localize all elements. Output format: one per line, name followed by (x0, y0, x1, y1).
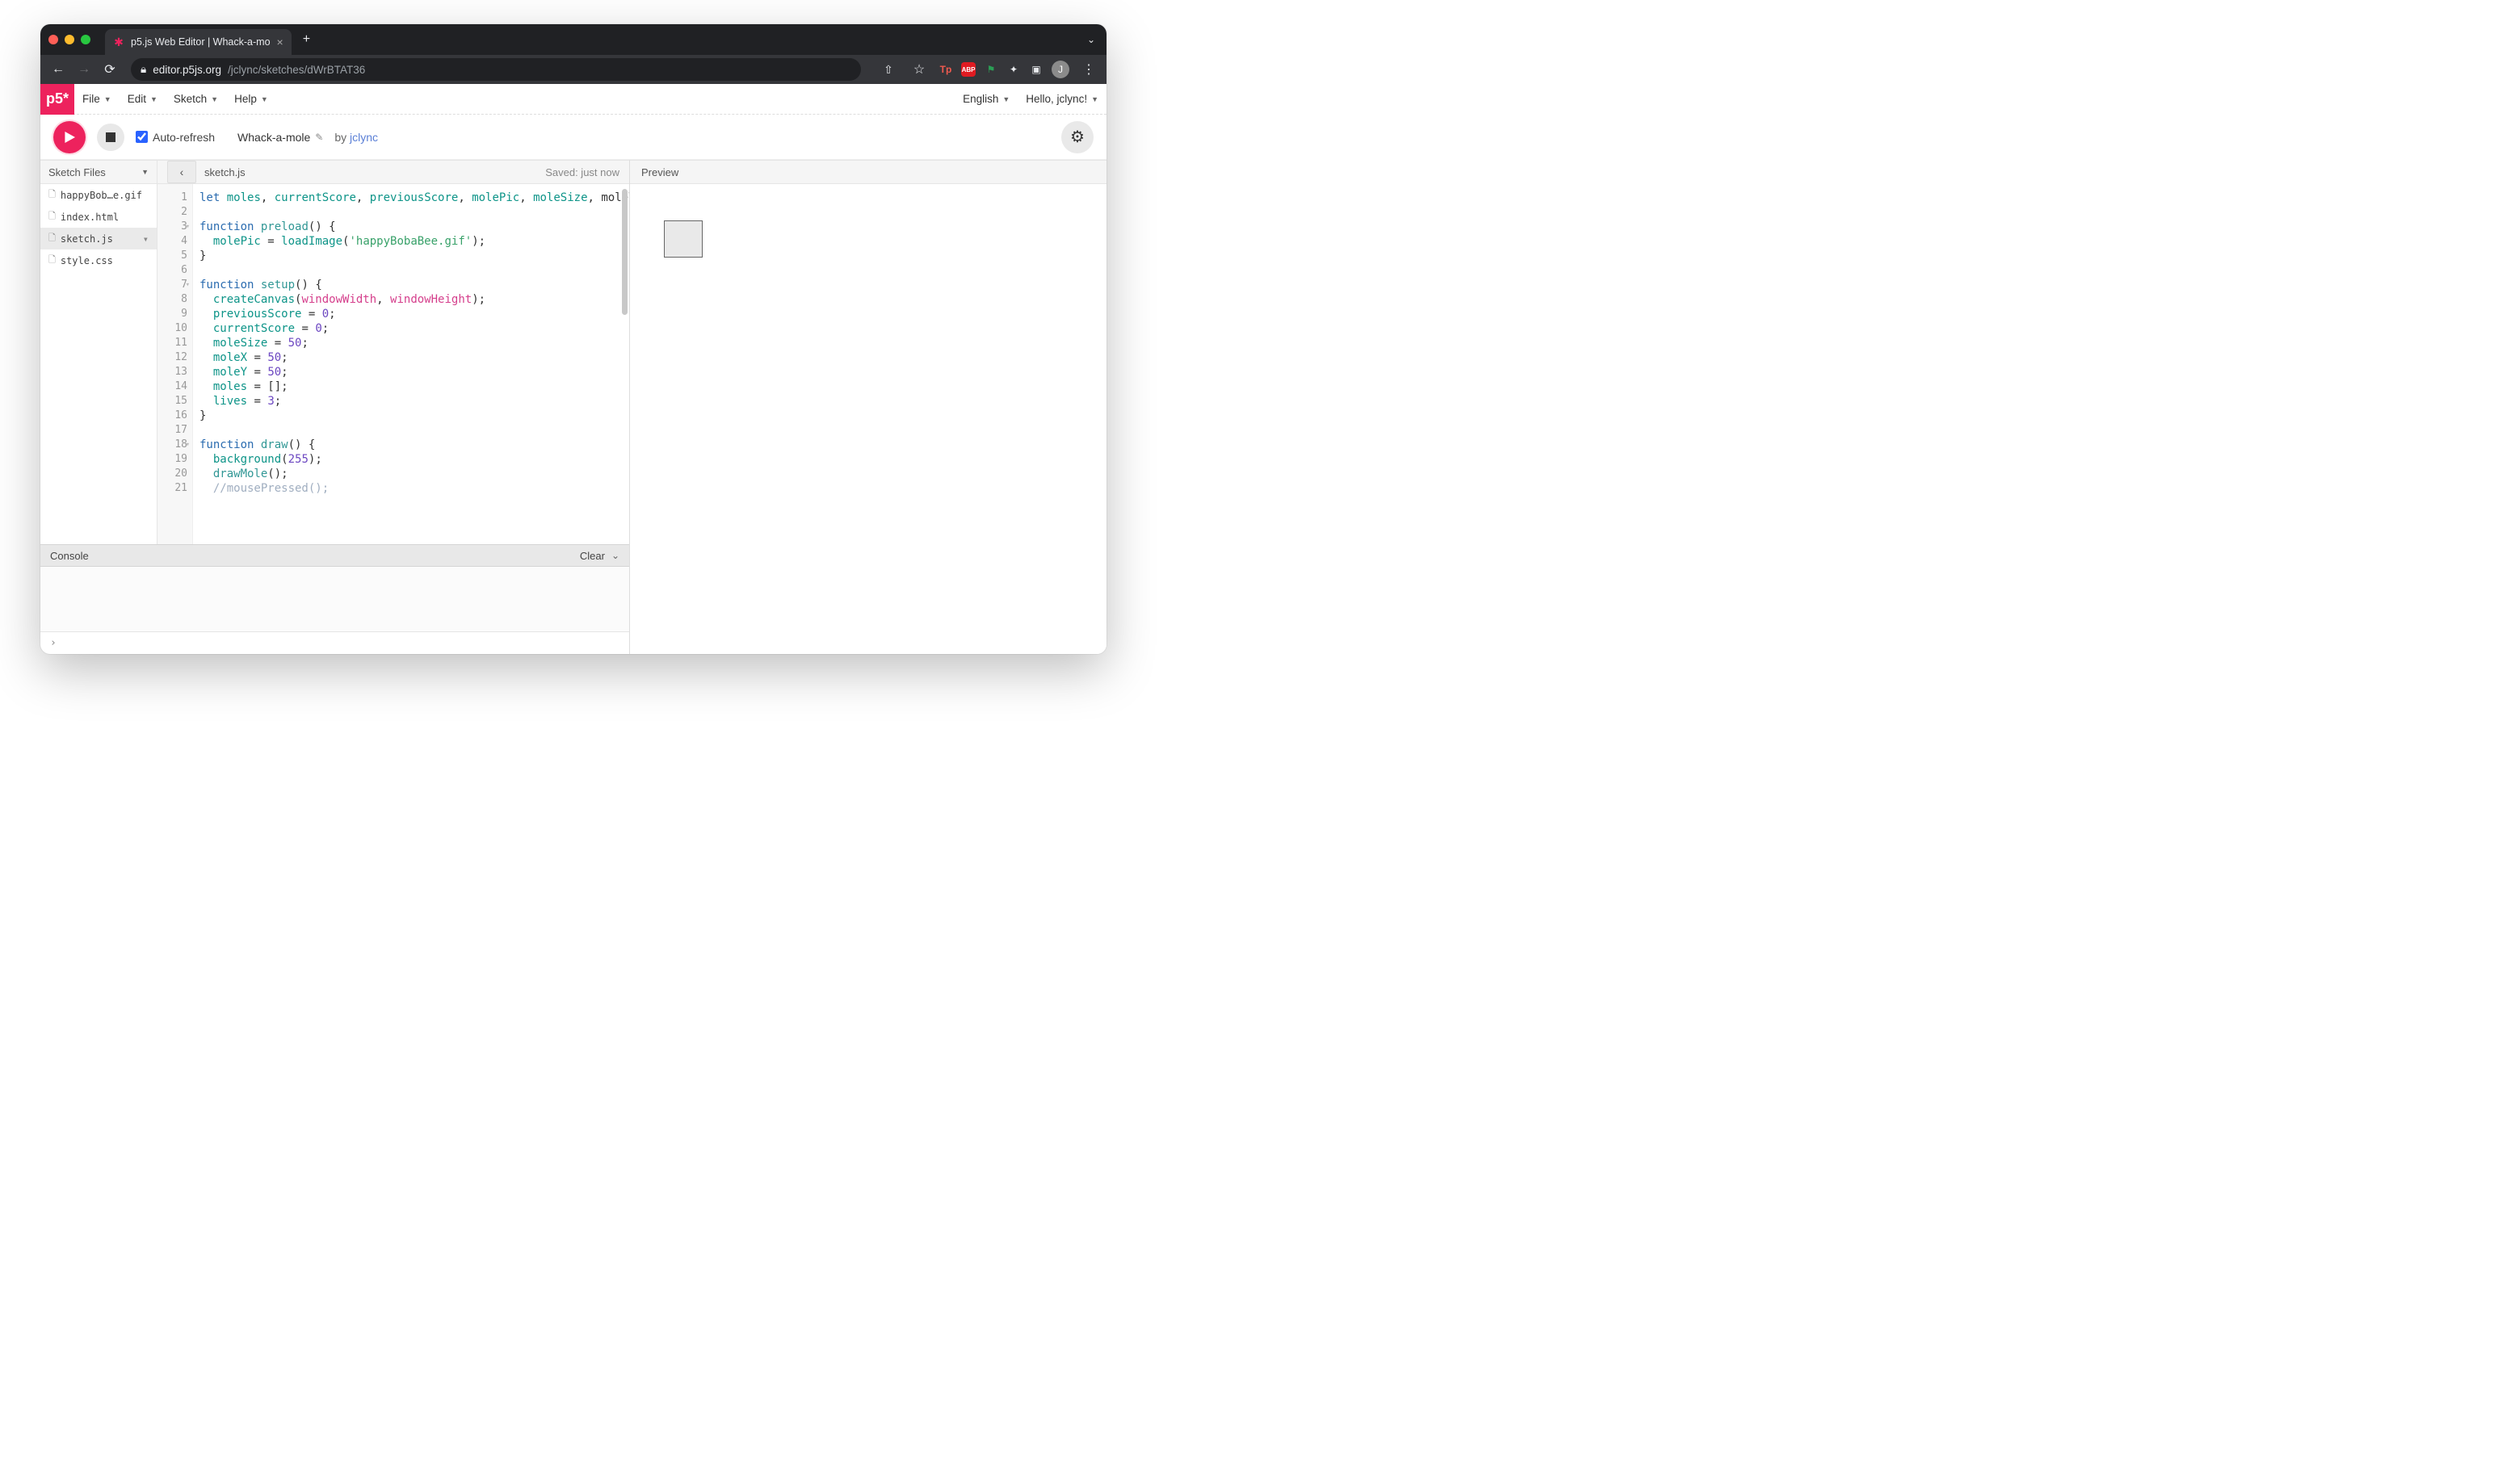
preview-column: Preview (630, 160, 1107, 654)
author-link[interactable]: jclync (350, 131, 378, 144)
editor-file-header: ‹ sketch.js Saved: just now (157, 160, 629, 184)
kebab-menu-icon[interactable]: ⋮ (1077, 58, 1100, 81)
window-minimize-icon[interactable] (65, 35, 74, 44)
p5-logo[interactable]: p5* (40, 84, 74, 115)
saved-status: Saved: just now (545, 166, 619, 178)
app-menu-bar: p5* File▼ Edit▼ Sketch▼ Help▼ English▼ H… (40, 84, 1107, 115)
menu-language[interactable]: English▼ (955, 93, 1018, 105)
extension-tp-icon[interactable]: Tp (939, 62, 953, 77)
extension-abp-icon[interactable]: ABP (961, 62, 976, 77)
caret-down-icon[interactable]: ▾ (143, 233, 149, 245)
caret-down-icon: ▼ (141, 168, 149, 176)
window-controls (48, 35, 90, 44)
file-icon: 🗋︎ (48, 253, 56, 268)
file-tree: 🗋︎happyBob…e.gif🗋︎index.html🗋︎sketch.js▾… (40, 184, 157, 544)
nav-forward-button[interactable]: → (73, 58, 95, 81)
browser-address-bar: ← → ⟳ 🔒︎ editor.p5js.org/jclync/sketches… (40, 55, 1107, 84)
preview-canvas[interactable] (630, 184, 1107, 654)
sketch-files-header[interactable]: Sketch Files ▼ (40, 160, 157, 184)
editor-column: Sketch Files ▼ ‹ sketch.js Saved: just n… (40, 160, 630, 654)
auto-refresh-label: Auto-refresh (153, 131, 215, 144)
menu-greeting[interactable]: Hello, jclync!▼ (1018, 93, 1107, 105)
url-field[interactable]: 🔒︎ editor.p5js.org/jclync/sketches/dWrBT… (131, 58, 861, 81)
browser-tab[interactable]: ✱ p5.js Web Editor | Whack-a-mo × (105, 29, 292, 55)
console-clear-button[interactable]: Clear ⌄ (580, 550, 619, 562)
caret-down-icon: ▼ (211, 95, 218, 103)
file-item[interactable]: 🗋︎index.html (40, 206, 157, 228)
caret-down-icon: ▼ (104, 95, 111, 103)
caret-down-icon: ▼ (150, 95, 157, 103)
profile-avatar[interactable]: J (1052, 61, 1069, 78)
menu-sketch[interactable]: Sketch▼ (166, 93, 226, 105)
code-editor[interactable]: 123▾4567▾89101112131415161718▾192021 let… (157, 184, 629, 544)
bookmark-icon[interactable]: ☆ (908, 58, 930, 81)
file-item[interactable]: 🗋︎sketch.js▾ (40, 228, 157, 249)
url-host: editor.p5js.org (153, 64, 221, 76)
sketch-author: by jclync (334, 131, 378, 144)
editor-scrollbar[interactable] (622, 189, 628, 315)
editor-header-row: Sketch Files ▼ ‹ sketch.js Saved: just n… (40, 160, 629, 184)
code-content[interactable]: let moles, currentScore, previousScore, … (193, 184, 629, 544)
auto-refresh-toggle[interactable]: Auto-refresh (136, 131, 215, 144)
file-icon: 🗋︎ (48, 209, 56, 224)
nav-reload-button[interactable]: ⟳ (99, 58, 121, 81)
extension-flag-icon[interactable]: ⚑ (984, 62, 998, 77)
stop-icon (106, 132, 115, 142)
auto-refresh-checkbox[interactable] (136, 131, 148, 143)
preview-header: Preview (630, 160, 1107, 184)
url-path: /jclync/sketches/dWrBTAT36 (228, 64, 365, 76)
extensions-puzzle-icon[interactable]: ✦ (1006, 62, 1021, 77)
file-item[interactable]: 🗋︎style.css (40, 249, 157, 271)
chevron-down-icon: ⌄ (611, 550, 619, 561)
menu-file[interactable]: File▼ (74, 93, 120, 105)
file-item[interactable]: 🗋︎happyBob…e.gif (40, 184, 157, 206)
sketch-toolbar: Auto-refresh Whack-a-mole ✎ by jclync ⚙ (40, 115, 1107, 160)
browser-tab-bar: ✱ p5.js Web Editor | Whack-a-mo × + ⌄ (40, 24, 1107, 55)
file-icon: 🗋︎ (48, 231, 56, 246)
caret-down-icon: ▼ (1091, 95, 1098, 103)
tab-title: p5.js Web Editor | Whack-a-mo (131, 36, 271, 48)
editor-body-row: 🗋︎happyBob…e.gif🗋︎index.html🗋︎sketch.js▾… (40, 184, 629, 544)
sketch-name[interactable]: Whack-a-mole ✎ (237, 131, 323, 144)
file-icon: 🗋︎ (48, 187, 56, 203)
console-header: Console Clear ⌄ (40, 544, 629, 567)
main-content: Sketch Files ▼ ‹ sketch.js Saved: just n… (40, 160, 1107, 654)
preview-sketch-output (664, 220, 703, 258)
window-close-icon[interactable] (48, 35, 58, 44)
console-body[interactable] (40, 567, 629, 631)
browser-window: ✱ p5.js Web Editor | Whack-a-mo × + ⌄ ← … (40, 24, 1107, 654)
gear-icon: ⚙ (1070, 127, 1085, 147)
stop-button[interactable] (97, 124, 124, 151)
tab-close-icon[interactable]: × (277, 36, 283, 48)
console-input[interactable]: › (40, 631, 629, 654)
side-panel-icon[interactable]: ▣ (1029, 62, 1044, 77)
console-prompt-icon: › (50, 637, 57, 649)
lock-icon: 🔒︎ (141, 63, 146, 76)
new-tab-button[interactable]: + (303, 32, 310, 47)
play-icon (64, 132, 75, 143)
line-gutter: 123▾4567▾89101112131415161718▾192021 (157, 184, 193, 544)
nav-back-button[interactable]: ← (47, 58, 69, 81)
share-icon[interactable]: ⇧ (877, 58, 900, 81)
caret-down-icon: ▼ (261, 95, 268, 103)
browser-action-icons: ⇧ ☆ Tp ABP ⚑ ✦ ▣ J ⋮ (877, 58, 1100, 81)
tab-favicon-icon: ✱ (113, 36, 124, 48)
menu-edit[interactable]: Edit▼ (120, 93, 166, 105)
settings-button[interactable]: ⚙ (1061, 121, 1094, 153)
console-label: Console (50, 550, 89, 562)
caret-down-icon: ▼ (1002, 95, 1010, 103)
edit-pencil-icon[interactable]: ✎ (315, 132, 323, 143)
window-maximize-icon[interactable] (81, 35, 90, 44)
collapse-sidebar-button[interactable]: ‹ (167, 161, 196, 183)
tabs-overflow-icon[interactable]: ⌄ (1087, 34, 1095, 45)
current-filename: sketch.js (204, 166, 246, 178)
run-button[interactable] (53, 121, 86, 153)
menu-help[interactable]: Help▼ (226, 93, 276, 105)
